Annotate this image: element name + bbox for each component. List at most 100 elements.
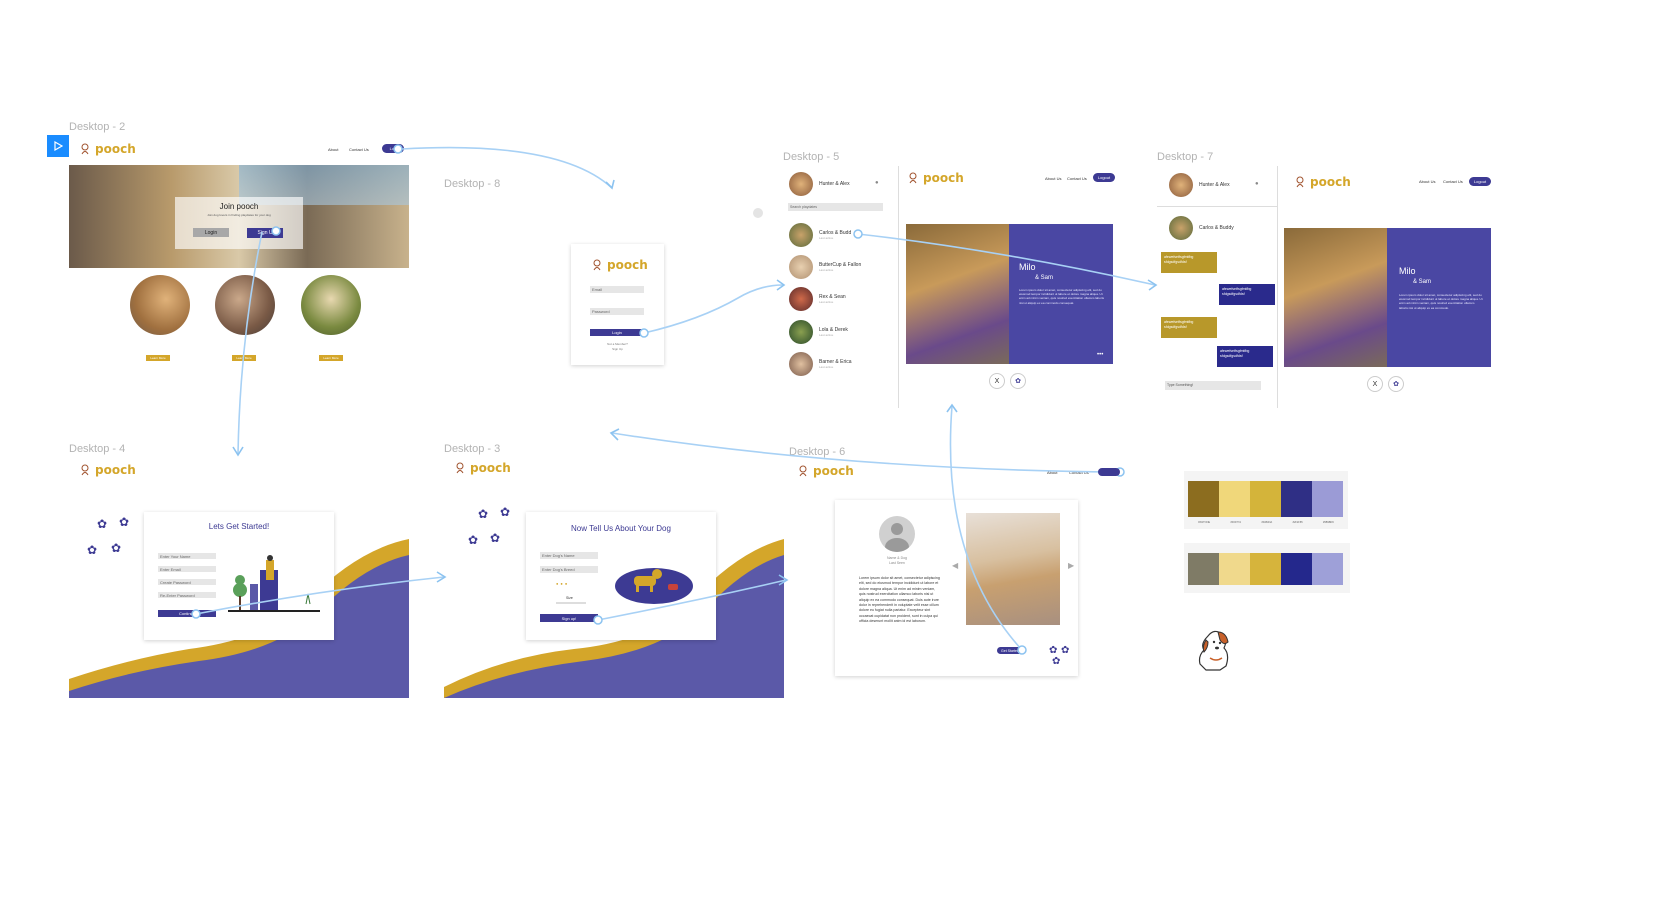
paw-like-button[interactable]: ✿ [1010,373,1026,389]
size-options[interactable]: ●●● [556,581,569,586]
swatch-label: #F0D77A [1230,521,1242,524]
current-user-name: Hunter & Alex [819,181,850,187]
nav-pill-button[interactable] [1098,468,1120,476]
paw-like-button[interactable]: ✿ [1388,376,1404,392]
nav-contact[interactable]: Contact Us [349,147,369,152]
divider [1157,206,1277,207]
swatch-label: PANTONE [1198,521,1211,524]
learn-more-button-1[interactable]: Learn More [146,355,170,361]
size-slider[interactable] [556,602,586,604]
sidebar: Hunter & Alex ● Search playdates Carlos … [783,166,899,408]
brand-logo: pooch [1294,175,1351,189]
signup-card: Lets Get Started! Enter Your Name Enter … [144,512,334,640]
user-icon[interactable]: ● [1255,181,1259,187]
profile-last-seen: Last Seen [889,561,905,565]
brand-name: pooch [813,464,854,478]
dog-icon [81,143,89,155]
search-input[interactable]: Search playdates [788,203,883,211]
frame-desktop-2[interactable]: pooch About Contact Us Log Join pooch Jo… [69,138,409,370]
current-user: Hunter & Alex [1169,173,1230,197]
message-input[interactable]: Type Something! [1165,381,1261,390]
profile-name: Name & Dog [886,556,908,560]
user-icon[interactable]: ● [875,180,879,186]
chat-contact[interactable]: Carlos & Buddy [1169,216,1234,240]
hero-signup-button[interactable]: Sign U [247,228,283,238]
paw-icon: ✿ [87,543,98,557]
name-field[interactable]: Enter Your Name [158,553,216,559]
dismiss-button[interactable]: X [1367,376,1383,392]
size-label: Size [566,596,573,600]
frame-desktop-7[interactable]: Hunter & Alex ● Carlos & Buddy afewefset… [1157,166,1497,408]
hero-title: Join pooch [219,202,259,211]
message-received: afewefsetfsgfmtfbg sfdgsdfgsdfdsf [1161,252,1217,273]
paw-icon: ✿ [468,533,479,547]
dog-icon [81,464,89,476]
avatar [789,255,813,279]
frame-desktop-6[interactable]: pooch About Contact Us Name & Dog Last S… [789,461,1129,683]
continue-button[interactable]: Continue [158,610,216,617]
hero-banner: Join pooch Join dog lovers in finding pl… [69,165,409,268]
learn-more-button-2[interactable]: Learn More [232,355,256,361]
swatch-label: #9B9BD6 [1323,521,1334,524]
avatar [789,172,813,196]
frame-label-desktop-8: Desktop - 8 [444,178,501,190]
connector-desktop-8-to-desktop-5 [643,284,784,334]
email-field[interactable]: Enter Email [158,566,216,572]
confirm-password-field[interactable]: Re-Enter Password [158,592,216,598]
nav-contact[interactable]: Contact Us [1067,176,1087,181]
contact-item[interactable]: Barner & Erica Last active [789,352,852,376]
dog-icon [799,465,807,477]
brand-name: pooch [1310,175,1351,189]
message-sent: afewefsetfsgfmtfbg sfdgsdfgsdfdsf [1219,284,1275,305]
frame-desktop-5[interactable]: Hunter & Alex ● Search playdates Carlos … [783,166,1123,408]
get-started-button[interactable]: Get Started [997,647,1023,654]
paw-icon: ✿ [97,517,108,531]
learn-more-button-3[interactable]: Learn More [319,355,343,361]
dismiss-button[interactable]: X [989,373,1005,389]
nav-about[interactable]: About Us [1419,179,1435,184]
contact-item[interactable]: ButterCup & Fallon Last active [789,255,861,279]
paw-icon: ✿ [500,505,511,519]
frame-desktop-8[interactable]: pooch Email Password Login Not a Member?… [571,244,664,365]
nav-contact[interactable]: Contact Us [1069,470,1089,475]
match-photo [906,224,1009,364]
chevron-left-icon[interactable]: ◀ [952,561,958,570]
login-button[interactable]: Login [590,329,644,336]
message-sent: afewefsetfsgfmtfbg sfdgsdfgsdfdsf [1217,346,1273,367]
dog-name-field[interactable]: Enter Dog's Name [540,552,598,559]
swatch [1312,553,1343,585]
contact-item[interactable]: Lola & Derek Last active [789,320,848,344]
nav-contact[interactable]: Contact Us [1443,179,1463,184]
more-icon[interactable]: ••• [1097,352,1103,358]
signup-button[interactable]: Sign up! [540,614,598,622]
signup-link[interactable]: Sign Up [571,347,664,351]
paw-icon: ✿ [111,541,122,555]
password-field[interactable]: Create Password [158,579,216,585]
brand-logo: pooch [797,464,854,478]
dog-breed-field[interactable]: Enter Dog's Breed [540,566,598,573]
nav-about[interactable]: About Us [1045,176,1061,181]
match-description: Lorem ipsum dolor sit amet, consectetur … [1399,293,1483,310]
city-walker-illustration [228,555,320,612]
avatar [789,352,813,376]
logout-button[interactable]: Logout [1093,173,1115,182]
logout-button[interactable]: Logout [1469,177,1491,186]
swatch-label: #D4B43A [1261,521,1273,524]
swatch [1219,553,1250,585]
password-field[interactable]: Password [590,308,644,315]
login-pill-button[interactable]: Log [382,144,404,153]
nav-about[interactable]: About [1047,470,1057,475]
dog-icon [593,259,601,271]
hero-login-button[interactable]: Login [193,228,229,237]
canvas-marker-dot [753,208,763,218]
frame-desktop-4[interactable]: pooch ✿ ✿ ✿ ✿ Lets Get Started! Enter Yo… [69,459,409,698]
contact-item[interactable]: Rex & Sean Last active [789,287,846,311]
email-field[interactable]: Email [590,286,644,293]
frame-desktop-3[interactable]: pooch ✿ ✿ ✿ ✿ Now Tell Us About Your Dog… [444,459,784,698]
chevron-right-icon[interactable]: ▶ [1068,561,1074,570]
contact-item[interactable]: Carlos & Budd Last active [789,223,851,247]
nav-about[interactable]: About [328,147,338,152]
frame-label-desktop-6: Desktop - 6 [789,446,846,458]
current-user: Hunter & Alex [789,172,850,196]
play-button[interactable] [47,135,69,157]
